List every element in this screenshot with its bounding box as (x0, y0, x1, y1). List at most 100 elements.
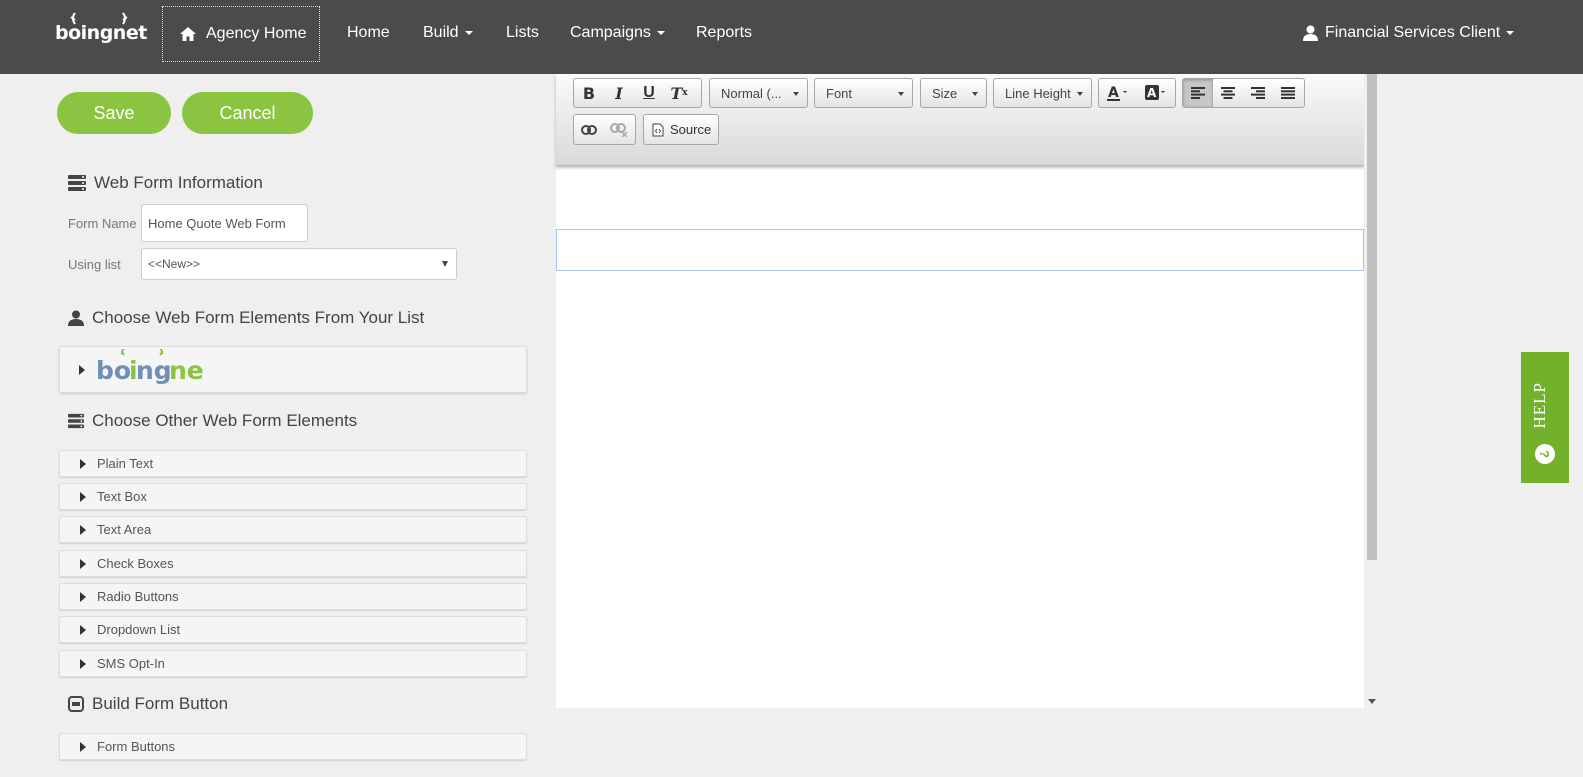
dropdown-arrow-icon (442, 261, 448, 267)
unlink-icon[interactable] (604, 116, 634, 144)
align-right-icon[interactable] (1243, 79, 1273, 107)
element-sms-opt-in[interactable]: SMS Opt-In (59, 650, 527, 677)
text-color-icon[interactable]: A (1099, 79, 1137, 107)
element-form-buttons[interactable]: Form Buttons (59, 733, 527, 760)
format-select[interactable]: Normal (... (709, 78, 808, 108)
nav-build[interactable]: Build (423, 24, 473, 42)
element-label: SMS Opt-In (97, 656, 165, 671)
line-height-select-value: Line Height (1005, 85, 1071, 101)
element-dropdown-list[interactable]: Dropdown List (59, 616, 527, 643)
element-label: Plain Text (97, 456, 154, 471)
element-plain-text[interactable]: Plain Text (59, 450, 527, 477)
alignment-group (1182, 78, 1305, 108)
user-name: Financial Services Client (1325, 24, 1501, 41)
server-list-icon (68, 413, 84, 429)
editor-canvas[interactable] (556, 74, 1364, 708)
text-style-group: B I U Tx (573, 78, 702, 108)
chevron-down-icon (464, 30, 473, 35)
color-group: A A (1098, 78, 1176, 108)
question-icon: ? (1535, 444, 1555, 464)
other-elements-heading: Choose Other Web Form Elements (68, 411, 357, 431)
agency-home-button[interactable]: Agency Home (162, 6, 320, 62)
line-height-select[interactable]: Line Height (993, 78, 1092, 108)
help-tab[interactable]: HELP ? (1521, 352, 1569, 483)
web-form-info-title: Web Form Information (94, 173, 263, 192)
nav-build-label: Build (423, 24, 459, 41)
form-name-label: Form Name (68, 216, 137, 231)
source-code-icon (652, 123, 664, 136)
scroll-down-icon[interactable] (1368, 699, 1376, 704)
font-select[interactable]: Font (814, 78, 913, 108)
chevron-down-icon (972, 92, 978, 96)
source-button[interactable]: Source (643, 114, 719, 145)
svg-text:net: net (169, 356, 204, 385)
button-box-icon (68, 696, 84, 712)
form-name-input[interactable]: Home Quote Web Form (141, 204, 308, 242)
user-icon (68, 310, 84, 326)
element-label: Check Boxes (97, 556, 174, 571)
expand-triangle-icon (80, 524, 86, 535)
svg-text:A: A (1108, 85, 1119, 101)
element-label: Text Area (97, 522, 152, 537)
svg-text:bo: bo (96, 356, 131, 385)
nav-lists[interactable]: Lists (506, 24, 539, 42)
boingnet-logo: bo i ng net (96, 349, 204, 385)
element-text-box[interactable]: Text Box (59, 483, 527, 510)
using-list-select[interactable]: <<New>> (141, 248, 457, 280)
expand-triangle-icon (80, 741, 86, 752)
save-button[interactable]: Save (57, 92, 171, 134)
element-label: Text Box (97, 489, 147, 504)
list-elements-heading: Choose Web Form Elements From Your List (68, 308, 424, 328)
font-select-value: Font (826, 85, 853, 101)
build-button-title: Build Form Button (92, 694, 229, 713)
nav-lists-label: Lists (506, 24, 539, 41)
element-radio-buttons[interactable]: Radio Buttons (59, 583, 527, 610)
clear-format-icon[interactable]: Tx (664, 79, 694, 107)
scrollbar-thumb[interactable] (1367, 74, 1377, 560)
expand-triangle-icon (80, 658, 86, 669)
chevron-down-icon (793, 92, 799, 96)
help-label: HELP (1530, 382, 1549, 429)
italic-icon[interactable]: I (604, 79, 634, 107)
svg-text:A: A (1147, 86, 1157, 100)
element-check-boxes[interactable]: Check Boxes (59, 550, 527, 577)
build-button-heading: Build Form Button (68, 694, 228, 714)
element-text-area[interactable]: Text Area (59, 516, 527, 543)
expand-triangle-icon (80, 624, 86, 635)
size-select-value: Size (932, 85, 958, 101)
align-center-icon[interactable] (1213, 79, 1243, 107)
expand-triangle-icon (80, 558, 86, 569)
home-icon (180, 27, 196, 41)
user-menu[interactable]: Financial Services Client (1303, 24, 1515, 42)
nav-reports[interactable]: Reports (696, 24, 752, 42)
underline-icon[interactable]: U (634, 79, 664, 107)
svg-text:ng: ng (136, 356, 172, 385)
list-elements-panel[interactable]: bo i ng net (59, 346, 527, 393)
brand-logo[interactable]: boingnet (55, 12, 147, 48)
using-list-label: Using list (68, 257, 121, 272)
chevron-down-icon (898, 92, 904, 96)
nav-campaigns-label: Campaigns (570, 24, 651, 41)
link-icon[interactable] (574, 116, 604, 144)
align-left-icon[interactable] (1183, 79, 1213, 107)
web-form-info-heading: Web Form Information (68, 173, 263, 193)
nav-home[interactable]: Home (347, 24, 390, 42)
link-group (573, 114, 636, 145)
editor-scrollbar[interactable] (1364, 74, 1380, 708)
background-color-icon[interactable]: A (1137, 79, 1175, 107)
expand-triangle-icon (80, 591, 86, 602)
element-label: Dropdown List (97, 622, 181, 637)
element-label: Radio Buttons (97, 589, 179, 604)
nav-campaigns[interactable]: Campaigns (570, 24, 665, 42)
cancel-button[interactable]: Cancel (182, 92, 313, 134)
expand-triangle-icon (80, 491, 86, 502)
brand-wordmark: boingnet (55, 22, 147, 44)
source-button-label: Source (670, 122, 712, 137)
chevron-down-icon (1077, 92, 1083, 96)
selected-form-row[interactable] (556, 229, 1364, 271)
using-list-value: <<New>> (148, 257, 201, 271)
size-select[interactable]: Size (920, 78, 987, 108)
bold-icon[interactable]: B (574, 79, 604, 107)
list-elements-title: Choose Web Form Elements From Your List (92, 308, 425, 327)
align-justify-icon[interactable] (1273, 79, 1303, 107)
